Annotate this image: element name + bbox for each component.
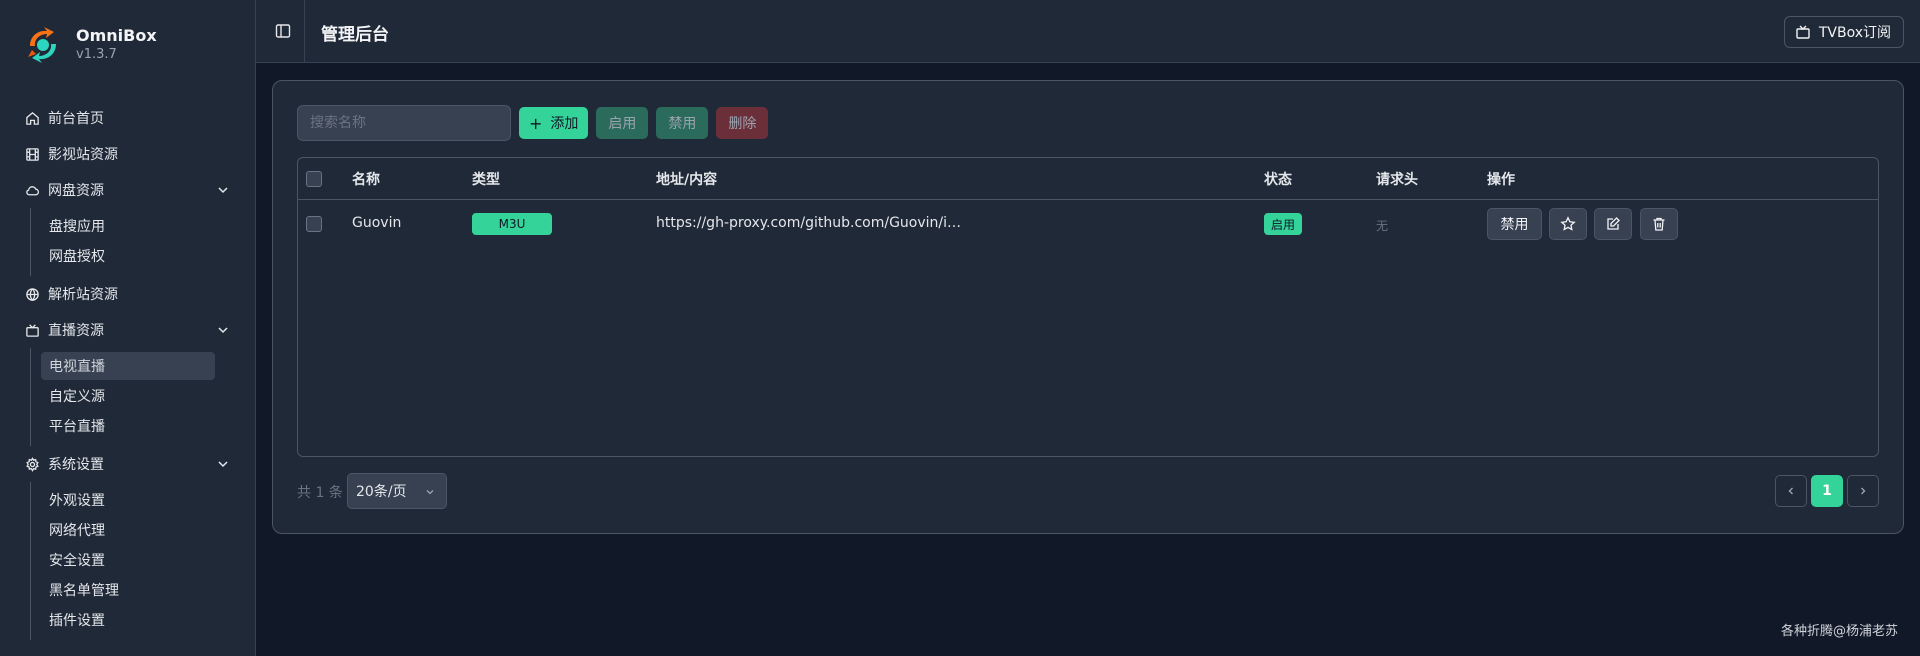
- disable-button[interactable]: 禁用: [656, 107, 709, 139]
- sidebar-item-label: 前台首页: [48, 111, 104, 127]
- sidebar-item-label: 解析站资源: [48, 287, 118, 303]
- sidebar-item-tv-live[interactable]: 电视直播: [41, 352, 215, 380]
- sidebar-item-label: 网盘资源: [48, 183, 104, 199]
- row-headers: 无: [1376, 219, 1389, 233]
- chevron-left-icon: [1788, 487, 1793, 495]
- topbar-divider: [304, 0, 305, 63]
- sidebar-item-label: 系统设置: [48, 457, 104, 473]
- sidebar-item-video-sites[interactable]: 影视站资源: [0, 136, 256, 172]
- tvbox-subscribe-button[interactable]: TVBox订阅: [1783, 16, 1904, 48]
- gear-icon: [24, 456, 40, 472]
- sidebar-item-pan-auth[interactable]: 网盘授权: [41, 242, 215, 270]
- page-button-1[interactable]: 1: [1811, 475, 1843, 507]
- sidebar-item-blacklist[interactable]: 黑名单管理: [41, 576, 215, 604]
- add-button[interactable]: + 添加: [519, 107, 589, 139]
- total-count: 共 1 条: [297, 485, 343, 501]
- row-checkbox[interactable]: [306, 216, 322, 232]
- search-input[interactable]: [297, 105, 511, 141]
- page-title: 管理后台: [321, 25, 389, 45]
- row-favorite-button[interactable]: [1549, 208, 1587, 240]
- sidebar-item-label: 直播资源: [48, 323, 104, 339]
- delete-button[interactable]: 删除: [716, 107, 769, 139]
- select-all-checkbox[interactable]: [306, 171, 322, 187]
- brand-name: OmniBox: [76, 26, 157, 45]
- live-submenu: 电视直播 自定义源 平台直播: [30, 348, 256, 446]
- status-badge: 启用: [1264, 213, 1303, 235]
- top-bar: 管理后台 TVBox订阅: [256, 0, 1920, 63]
- column-header-status: 状态: [1264, 172, 1292, 188]
- table-header: 名称 类型 地址/内容 状态 请求头 操作: [298, 158, 1878, 200]
- column-header-headers: 请求头: [1376, 172, 1418, 188]
- tv-icon: [24, 322, 40, 338]
- sidebar-item-network-proxy[interactable]: 网络代理: [41, 516, 215, 544]
- table-footer: 共 1 条 20条/页 1: [297, 473, 1879, 509]
- cloud-drive-submenu: 盘搜应用 网盘授权: [30, 208, 256, 276]
- main-card: + 添加 启用 禁用 删除 名称 类型 地址/内容 状态 请求头 操作 Guov…: [272, 80, 1904, 534]
- system-settings-submenu: 外观设置 网络代理 安全设置 黑名单管理 插件设置: [30, 482, 256, 640]
- column-header-address: 地址/内容: [656, 172, 718, 188]
- sidebar: OmniBox v1.3.7 前台首页 影视站资源 网盘资源 盘搜应用 网盘授权: [0, 0, 256, 656]
- tv-icon: [1796, 25, 1810, 39]
- sidebar-item-platform-live[interactable]: 平台直播: [41, 412, 215, 440]
- sidebar-item-plugins[interactable]: 插件设置: [41, 606, 215, 634]
- trash-icon: [1653, 217, 1665, 231]
- column-header-actions: 操作: [1487, 172, 1515, 188]
- row-edit-button[interactable]: [1594, 208, 1632, 240]
- watermark: 各种折腾@杨浦老苏: [1780, 624, 1898, 639]
- chevron-down-icon[interactable]: [216, 183, 230, 197]
- pagination: 1: [1771, 475, 1879, 507]
- row-address: https://gh-proxy.com/github.com/Guovin/i…: [656, 215, 962, 231]
- next-page-button[interactable]: [1847, 475, 1879, 507]
- edit-icon: [1607, 217, 1620, 230]
- row-disable-button[interactable]: 禁用: [1487, 208, 1542, 240]
- sidebar-item-custom-source[interactable]: 自定义源: [41, 382, 215, 410]
- sidebar-item-live[interactable]: 直播资源: [0, 312, 256, 348]
- sidebar-toggle-icon[interactable]: [274, 22, 292, 40]
- brand-version: v1.3.7: [76, 47, 117, 62]
- sidebar-item-label: 影视站资源: [48, 147, 118, 163]
- chevron-down-icon: [426, 490, 434, 495]
- sidebar-item-home[interactable]: 前台首页: [0, 100, 256, 136]
- sidebar-item-security[interactable]: 安全设置: [41, 546, 215, 574]
- page-size-value: 20条/页: [356, 484, 407, 500]
- chevron-down-icon[interactable]: [216, 323, 230, 337]
- plus-icon: +: [529, 113, 543, 133]
- sidebar-item-pan-search[interactable]: 盘搜应用: [41, 212, 215, 240]
- prev-page-button[interactable]: [1775, 475, 1807, 507]
- add-button-label: 添加: [550, 116, 579, 132]
- sources-table: 名称 类型 地址/内容 状态 请求头 操作 Guovin M3U https:/…: [297, 157, 1879, 457]
- sidebar-item-cloud-drive[interactable]: 网盘资源: [0, 172, 256, 208]
- sidebar-nav: 前台首页 影视站资源 网盘资源 盘搜应用 网盘授权 解析站资源 直播资源 电视直…: [0, 100, 256, 640]
- page-size-select[interactable]: 20条/页: [347, 473, 447, 509]
- column-header-type: 类型: [472, 172, 500, 188]
- chevron-down-icon[interactable]: [216, 457, 230, 471]
- tvbox-subscribe-label: TVBox订阅: [1818, 25, 1891, 41]
- cloud-icon: [24, 182, 40, 198]
- home-icon: [24, 110, 40, 126]
- type-badge: M3U: [472, 213, 552, 235]
- film-icon: [24, 146, 40, 162]
- table-row: Guovin M3U https://gh-proxy.com/github.c…: [298, 200, 1878, 248]
- row-name: Guovin: [352, 215, 402, 231]
- sidebar-item-appearance[interactable]: 外观设置: [41, 486, 215, 514]
- chevron-right-icon: [1861, 487, 1866, 495]
- omnibox-logo-icon: [28, 27, 56, 63]
- sidebar-item-system-settings[interactable]: 系统设置: [0, 446, 256, 482]
- toolbar: + 添加 启用 禁用 删除: [297, 105, 769, 141]
- brand[interactable]: OmniBox v1.3.7: [22, 24, 157, 66]
- star-icon: [1560, 216, 1576, 231]
- globe-icon: [24, 286, 40, 302]
- row-delete-button[interactable]: [1640, 208, 1678, 240]
- column-header-name: 名称: [352, 172, 380, 188]
- sidebar-item-parse-sites[interactable]: 解析站资源: [0, 276, 256, 312]
- enable-button[interactable]: 启用: [596, 107, 649, 139]
